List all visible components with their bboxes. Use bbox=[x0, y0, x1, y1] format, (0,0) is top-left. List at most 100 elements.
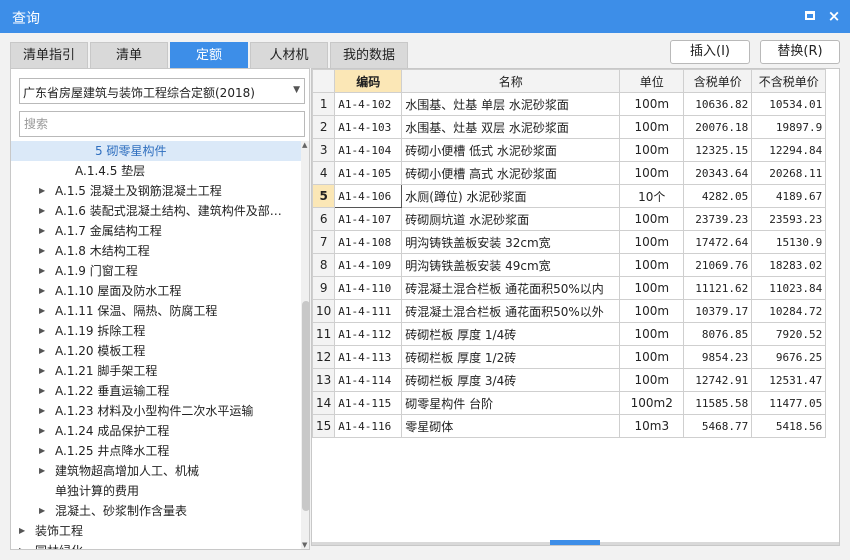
quota-code[interactable]: A1-4-112 bbox=[334, 322, 403, 346]
table-row[interactable]: 13 A1-4-114 砖砌栏板 厚度 3/4砖 100m 12742.91 12531.… bbox=[312, 368, 827, 392]
price-without-tax[interactable]: 15130.9 bbox=[751, 230, 827, 254]
price-with-tax[interactable]: 12742.91 bbox=[683, 368, 753, 392]
tree-node[interactable]: ▶ A.1.21 脚手架工程 bbox=[11, 361, 301, 381]
price-without-tax[interactable]: 7920.52 bbox=[751, 322, 827, 346]
price-without-tax[interactable]: 20268.11 bbox=[751, 161, 827, 185]
replace-button[interactable]: 替换(R) bbox=[760, 40, 840, 64]
quota-name[interactable]: 水围基、灶基 双层 水泥砂浆面 bbox=[401, 115, 621, 139]
price-without-tax[interactable]: 10284.72 bbox=[751, 299, 827, 323]
quota-unit[interactable]: 100m bbox=[619, 138, 685, 162]
quota-code[interactable]: A1-4-116 bbox=[334, 414, 403, 438]
expand-caret-icon[interactable]: ▶ bbox=[19, 541, 25, 549]
quota-unit[interactable]: 100m bbox=[619, 207, 685, 231]
quota-unit[interactable]: 100m2 bbox=[619, 391, 685, 415]
quota-code[interactable]: A1-4-108 bbox=[334, 230, 403, 254]
expand-caret-icon[interactable]: ▶ bbox=[39, 381, 45, 401]
quota-name[interactable]: 水围基、灶基 单层 水泥砂浆面 bbox=[401, 92, 621, 116]
tree-node[interactable]: ▶ A.1.7 金属结构工程 bbox=[11, 221, 301, 241]
price-with-tax[interactable]: 20076.18 bbox=[683, 115, 753, 139]
tree-node[interactable]: ▶ A.1.5 混凝土及钢筋混凝土工程 bbox=[11, 181, 301, 201]
col-header-unit[interactable]: 单位 bbox=[619, 69, 685, 93]
price-with-tax[interactable]: 23739.23 bbox=[683, 207, 753, 231]
quota-code[interactable]: A1-4-115 bbox=[334, 391, 403, 415]
quota-unit[interactable]: 100m bbox=[619, 92, 685, 116]
quota-unit[interactable]: 10m3 bbox=[619, 414, 685, 438]
expand-caret-icon[interactable]: ▶ bbox=[39, 321, 45, 341]
expand-caret-icon[interactable]: ▶ bbox=[39, 261, 45, 281]
tab-quota[interactable]: 定额 bbox=[170, 42, 248, 68]
splitter-handle[interactable] bbox=[550, 540, 600, 545]
price-without-tax[interactable]: 23593.23 bbox=[751, 207, 827, 231]
price-with-tax[interactable]: 12325.15 bbox=[683, 138, 753, 162]
quota-code[interactable]: A1-4-104 bbox=[334, 138, 403, 162]
scroll-down-icon[interactable]: ▼ bbox=[302, 541, 307, 549]
price-without-tax[interactable]: 9676.25 bbox=[751, 345, 827, 369]
tree-node[interactable]: ▶ A.1.11 保温、隔热、防腐工程 bbox=[11, 301, 301, 321]
col-header-price-notax[interactable]: 不含税单价 bbox=[751, 69, 827, 93]
quota-code[interactable]: A1-4-114 bbox=[334, 368, 403, 392]
table-row[interactable]: 5 A1-4-106 水厕(蹲位) 水泥砂浆面 10个 4282.05 4189.67 bbox=[312, 184, 827, 208]
maximize-button[interactable] bbox=[802, 8, 818, 24]
tree-node[interactable]: ▶ A.1.9 门窗工程 bbox=[11, 261, 301, 281]
quota-name[interactable]: 零星砌体 bbox=[401, 414, 621, 438]
quota-code[interactable]: A1-4-109 bbox=[334, 253, 403, 277]
scrollbar-thumb[interactable] bbox=[302, 301, 309, 511]
close-button[interactable]: × bbox=[826, 8, 842, 24]
quota-unit[interactable]: 100m bbox=[619, 115, 685, 139]
price-without-tax[interactable]: 12294.84 bbox=[751, 138, 827, 162]
tree-node[interactable]: ▶ A.1.24 成品保护工程 bbox=[11, 421, 301, 441]
price-with-tax[interactable]: 20343.64 bbox=[683, 161, 753, 185]
price-without-tax[interactable]: 11023.84 bbox=[751, 276, 827, 300]
price-with-tax[interactable]: 17472.64 bbox=[683, 230, 753, 254]
quota-name[interactable]: 砖混凝土混合栏板 通花面积50%以外 bbox=[401, 299, 621, 323]
price-without-tax[interactable]: 18283.02 bbox=[751, 253, 827, 277]
scroll-up-icon[interactable]: ▲ bbox=[302, 141, 307, 149]
tab-my-data[interactable]: 我的数据 bbox=[330, 42, 408, 68]
insert-button[interactable]: 插入(I) bbox=[670, 40, 750, 64]
quota-name[interactable]: 明沟铸铁盖板安装 49cm宽 bbox=[401, 253, 621, 277]
tree-node[interactable]: ▶ 园林绿化 bbox=[11, 541, 301, 549]
tree-node[interactable]: 单独计算的费用 bbox=[11, 481, 301, 501]
quota-name[interactable]: 砖砌小便槽 低式 水泥砂浆面 bbox=[401, 138, 621, 162]
tree-node[interactable]: ▶ A.1.20 模板工程 bbox=[11, 341, 301, 361]
quota-code[interactable]: A1-4-103 bbox=[334, 115, 403, 139]
quota-name[interactable]: 明沟铸铁盖板安装 32cm宽 bbox=[401, 230, 621, 254]
price-without-tax[interactable]: 5418.56 bbox=[751, 414, 827, 438]
table-row[interactable]: 7 A1-4-108 明沟铸铁盖板安装 32cm宽 100m 17472.64 15130… bbox=[312, 230, 827, 254]
table-row[interactable]: 6 A1-4-107 砖砌厕坑道 水泥砂浆面 100m 23739.23 23593.23 bbox=[312, 207, 827, 231]
table-row[interactable]: 9 A1-4-110 砖混凝土混合栏板 通花面积50%以内 100m 11121.62 1… bbox=[312, 276, 827, 300]
price-with-tax[interactable]: 4282.05 bbox=[683, 184, 753, 208]
tree-node[interactable]: A.1.4.5 垫层 bbox=[11, 161, 301, 181]
expand-caret-icon[interactable]: ▶ bbox=[39, 201, 45, 221]
quota-name[interactable]: 水厕(蹲位) 水泥砂浆面 bbox=[401, 184, 621, 208]
col-header-code[interactable]: 编码 bbox=[334, 69, 403, 93]
quota-code[interactable]: A1-4-111 bbox=[334, 299, 403, 323]
tree-node[interactable]: ▶ A.1.23 材料及小型构件二次水平运输 bbox=[11, 401, 301, 421]
expand-caret-icon[interactable]: ▶ bbox=[39, 421, 45, 441]
table-row[interactable]: 4 A1-4-105 砖砌小便槽 高式 水泥砂浆面 100m 20343.64 20268… bbox=[312, 161, 827, 185]
price-without-tax[interactable]: 10534.01 bbox=[751, 92, 827, 116]
col-header-name[interactable]: 名称 bbox=[401, 69, 621, 93]
quota-unit[interactable]: 100m bbox=[619, 253, 685, 277]
table-row[interactable]: 11 A1-4-112 砖砌栏板 厚度 1/4砖 100m 8076.85 7920.52 bbox=[312, 322, 827, 346]
quota-code[interactable]: A1-4-113 bbox=[334, 345, 403, 369]
library-select[interactable]: 广东省房屋建筑与装饰工程综合定额(2018) ▼ bbox=[19, 78, 305, 104]
tree-node[interactable]: ▶ A.1.22 垂直运输工程 bbox=[11, 381, 301, 401]
expand-caret-icon[interactable]: ▶ bbox=[39, 241, 45, 261]
table-row[interactable]: 14 A1-4-115 砌零星构件 台阶 100m2 11585.58 11477.05 bbox=[312, 391, 827, 415]
price-with-tax[interactable]: 8076.85 bbox=[683, 322, 753, 346]
quota-name[interactable]: 砌零星构件 台阶 bbox=[401, 391, 621, 415]
search-box[interactable] bbox=[19, 111, 305, 137]
price-without-tax[interactable]: 19897.9 bbox=[751, 115, 827, 139]
quota-unit[interactable]: 100m bbox=[619, 299, 685, 323]
tab-bill[interactable]: 清单 bbox=[90, 42, 168, 68]
tree-node[interactable]: ▶ 装饰工程 bbox=[11, 521, 301, 541]
quota-unit[interactable]: 10个 bbox=[619, 184, 685, 208]
quota-unit[interactable]: 100m bbox=[619, 368, 685, 392]
price-with-tax[interactable]: 5468.77 bbox=[683, 414, 753, 438]
expand-caret-icon[interactable]: ▶ bbox=[39, 181, 45, 201]
quota-name[interactable]: 砖砌栏板 厚度 3/4砖 bbox=[401, 368, 621, 392]
price-without-tax[interactable]: 12531.47 bbox=[751, 368, 827, 392]
table-row[interactable]: 8 A1-4-109 明沟铸铁盖板安装 49cm宽 100m 21069.76 18283… bbox=[312, 253, 827, 277]
expand-caret-icon[interactable]: ▶ bbox=[39, 501, 45, 521]
